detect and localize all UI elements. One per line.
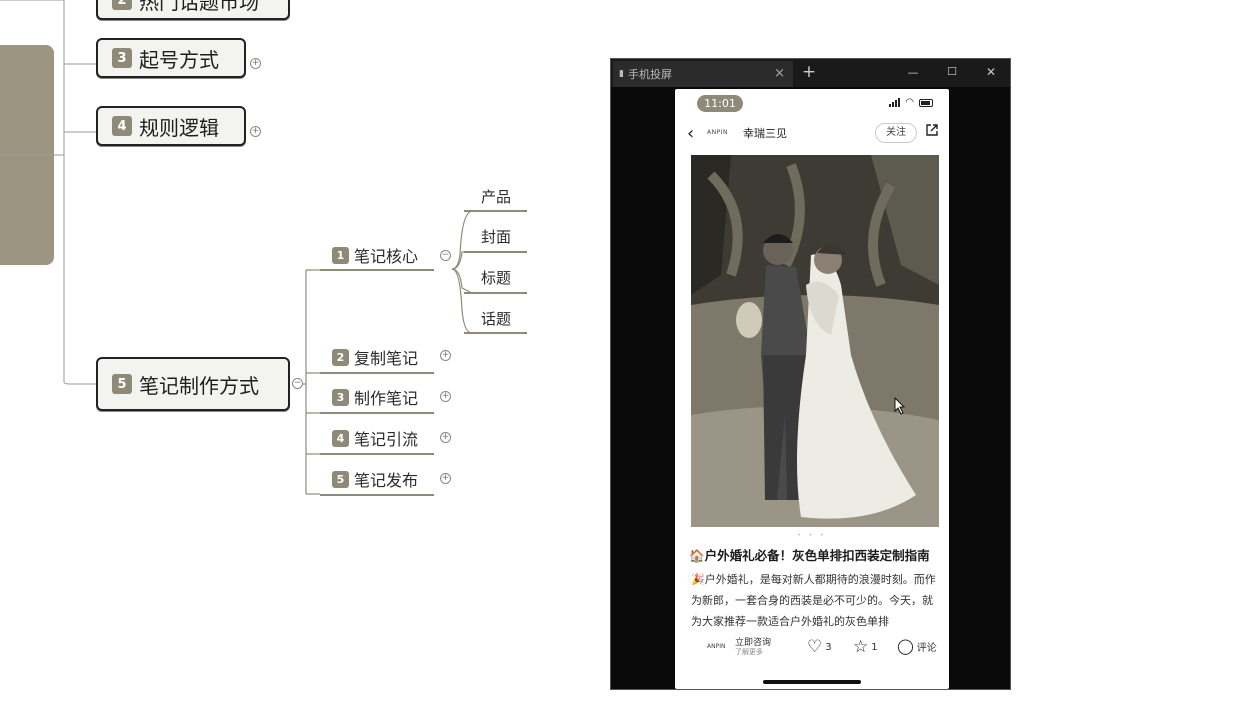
expand-icon[interactable]: + xyxy=(440,473,451,484)
node-label: 规则逻辑 xyxy=(139,115,219,140)
node-number-badge: 5 xyxy=(112,374,132,394)
node-label: 制作笔记 xyxy=(354,389,419,408)
node-label: 起号方式 xyxy=(139,47,219,72)
home-indicator[interactable] xyxy=(763,680,861,684)
node-label: 热门话题市场 xyxy=(139,0,259,14)
author-name[interactable]: 幸瑞三见 xyxy=(743,125,787,141)
node-number-badge: 1 xyxy=(332,246,349,264)
leaf-underline xyxy=(464,332,527,334)
mindmap-subnode-copy-note[interactable]: 2 复制笔记 xyxy=(330,344,418,370)
back-arrow-icon[interactable]: ‹ xyxy=(687,123,694,144)
window-tab-title: 手机投屏 xyxy=(627,68,672,81)
node-underline xyxy=(320,494,434,496)
new-tab-icon[interactable]: + xyxy=(799,62,819,82)
expand-icon[interactable]: + xyxy=(440,432,451,443)
cellular-signal-icon xyxy=(889,98,901,107)
tab-close-icon[interactable]: × xyxy=(774,66,785,81)
node-number-badge: 4 xyxy=(332,429,349,447)
collect-count: 1 xyxy=(871,641,878,653)
consult-logo: ANPIN xyxy=(707,643,726,650)
collect-button[interactable]: ☆ 1 xyxy=(853,637,878,657)
like-button[interactable]: ♡ 3 xyxy=(807,637,832,657)
status-time: 11:01 xyxy=(697,95,743,112)
mindmap-leaf-cover[interactable]: 封面 xyxy=(465,226,527,247)
window-titlebar[interactable]: ▮ 手机投屏 × + — ☐ ✕ xyxy=(611,59,1010,87)
mindmap-leaf-topic[interactable]: 话题 xyxy=(465,308,527,329)
wedding-photo[interactable] xyxy=(691,155,939,527)
battery-icon xyxy=(919,98,933,107)
node-label: 笔记制作方式 xyxy=(139,373,259,398)
consult-subtext: 了解更多 xyxy=(735,648,763,656)
expand-icon[interactable]: + xyxy=(250,126,261,137)
leaf-underline xyxy=(464,292,527,294)
window-close-icon[interactable]: ✕ xyxy=(981,65,1001,79)
heart-icon: ♡ xyxy=(807,637,823,657)
collapse-icon[interactable]: − xyxy=(292,378,303,389)
mindmap-subnode-make-note[interactable]: 3 制作笔记 xyxy=(330,384,418,410)
screen-mirror-window: ▮ 手机投屏 × + — ☐ ✕ 11:01 ◠ ‹ ANPIN 幸瑞三见 关注 xyxy=(610,58,1011,690)
collapse-icon[interactable]: − xyxy=(440,250,451,261)
comment-label: 评论 xyxy=(916,642,937,654)
node-number-badge: 2 xyxy=(112,0,132,10)
expand-icon[interactable]: + xyxy=(440,350,451,361)
mindmap-node-rule-logic[interactable]: 4 规则逻辑 xyxy=(96,106,246,146)
comment-icon: ◯ xyxy=(897,637,914,655)
mindmap-subnode-note-publish[interactable]: 5 笔记发布 xyxy=(330,466,418,492)
node-underline xyxy=(320,412,434,414)
node-number-badge: 4 xyxy=(112,116,132,136)
mindmap-subnode-note-traffic[interactable]: 4 笔记引流 xyxy=(330,425,418,451)
carousel-indicator: • • • xyxy=(797,532,827,539)
phone-screen: 11:01 ◠ ‹ ANPIN 幸瑞三见 关注 • • • 🏠户外婚礼必备！灰色… xyxy=(675,89,949,689)
node-label: 笔记核心 xyxy=(354,247,419,266)
like-count: 3 xyxy=(825,641,832,653)
post-title: 🏠户外婚礼必备！灰色单排扣西装定制指南 xyxy=(689,548,930,563)
mouse-cursor-icon xyxy=(894,397,906,415)
node-number-badge: 3 xyxy=(332,388,349,406)
node-underline xyxy=(320,372,434,374)
node-label: 笔记引流 xyxy=(354,430,419,449)
node-label: 复制笔记 xyxy=(354,349,419,368)
expand-icon[interactable]: + xyxy=(250,58,261,69)
node-number-badge: 3 xyxy=(112,48,132,68)
maximize-icon[interactable]: ☐ xyxy=(942,65,962,78)
node-underline xyxy=(320,453,434,455)
share-icon[interactable] xyxy=(925,123,939,141)
star-icon: ☆ xyxy=(853,637,869,657)
node-label: 笔记发布 xyxy=(354,471,419,490)
status-bar: 11:01 ◠ xyxy=(675,89,949,115)
leaf-underline xyxy=(464,210,527,212)
mindmap-leaf-product[interactable]: 产品 xyxy=(465,186,527,207)
expand-icon[interactable]: + xyxy=(440,391,451,402)
node-underline xyxy=(320,269,434,271)
engagement-bar: ANPIN 立即咨询 了解更多 ♡ 3 ☆ 1 ◯ 评论 xyxy=(675,629,949,665)
post-body: 🎉户外婚礼，是每对新人都期待的浪漫时刻。而作为新郎，一套合身的西装是必不可少的。… xyxy=(691,573,936,628)
leaf-underline xyxy=(464,251,527,253)
node-number-badge: 5 xyxy=(332,470,349,488)
emoji-icon: 🎉 xyxy=(691,573,705,586)
follow-button[interactable]: 关注 xyxy=(875,123,917,143)
note-header: ‹ ANPIN 幸瑞三见 关注 xyxy=(675,119,949,149)
node-number-badge: 2 xyxy=(332,348,349,366)
comment-button[interactable]: ◯ 评论 xyxy=(897,637,937,655)
mindmap-node-hot-topics[interactable]: 2 热门话题市场 xyxy=(96,0,290,20)
emoji-icon: 🏠 xyxy=(689,548,705,563)
wifi-icon: ◠ xyxy=(905,97,914,108)
mindmap-leaf-title[interactable]: 标题 xyxy=(465,267,527,288)
signal-icon: ▮ xyxy=(619,69,624,79)
status-icons: ◠ xyxy=(889,97,933,108)
mindmap-subnode-note-core[interactable]: 1 笔记核心 xyxy=(330,242,418,268)
minimize-icon[interactable]: — xyxy=(903,66,923,79)
mindmap-node-startup-method[interactable]: 3 起号方式 xyxy=(96,38,246,78)
author-avatar[interactable]: ANPIN xyxy=(707,129,728,136)
window-tab[interactable]: ▮ 手机投屏 × xyxy=(613,61,793,87)
mindmap-node-note-making[interactable]: 5 笔记制作方式 xyxy=(96,357,290,411)
